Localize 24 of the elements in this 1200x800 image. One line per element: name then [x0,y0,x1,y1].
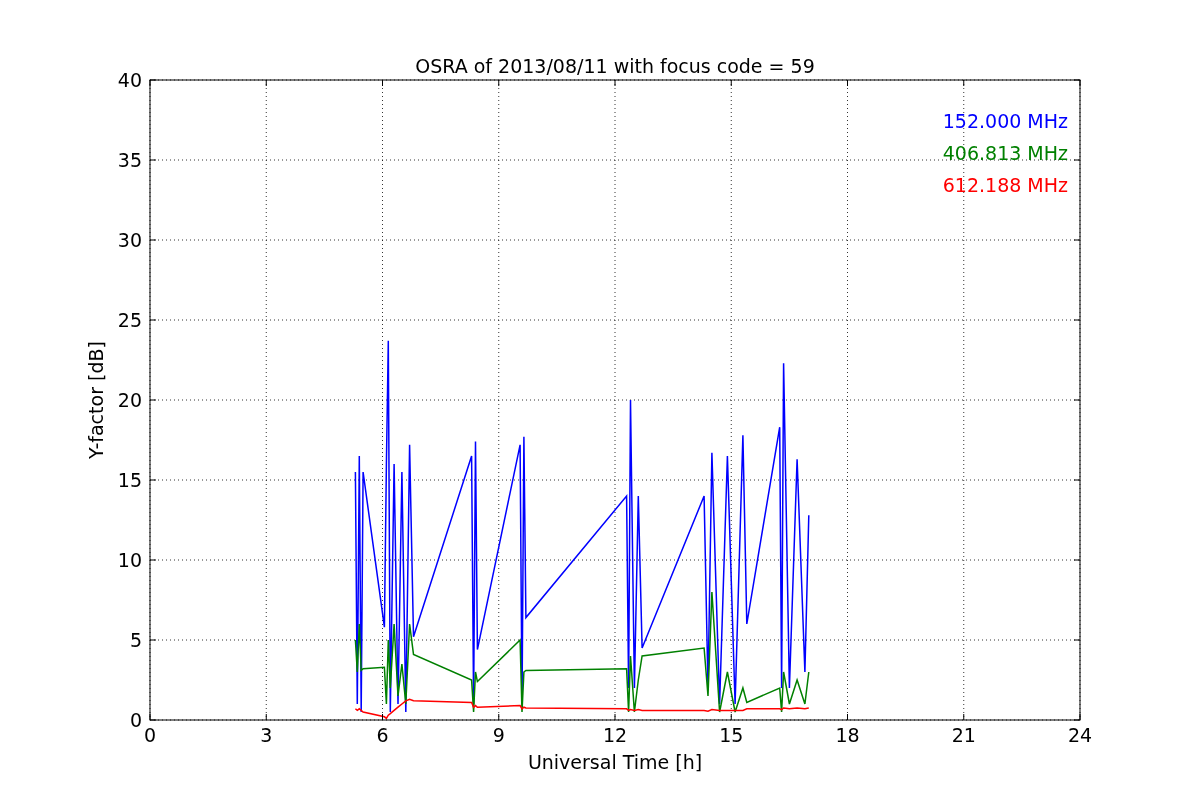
legend-label: 152.000 MHz [942,110,1068,132]
x-axis-label: Universal Time [h] [527,751,703,773]
x-tick-label: 15 [719,724,744,746]
y-tick-label: 15 [117,469,142,491]
y-tick-label: 20 [117,389,142,411]
y-axis-label: Y-factor [dB] [85,341,107,459]
legend-label: 612.188 MHz [942,174,1068,196]
y-tick-label: 40 [117,69,142,91]
legend-label: 406.813 MHz [942,142,1068,164]
y-tick-label: 35 [117,149,142,171]
x-tick-label: 6 [376,724,389,746]
x-tick-label: 21 [951,724,976,746]
y-tick-label: 10 [117,549,142,571]
x-tick-label: 3 [260,724,273,746]
x-tick-label: 24 [1067,724,1093,746]
y-tick-label: 25 [117,309,142,331]
y-tick-label: 5 [129,629,142,651]
x-tick-label: 9 [492,724,505,746]
x-tick-label: 18 [835,724,860,746]
x-tick-label: 12 [602,724,628,746]
y-tick-label: 0 [129,709,142,731]
x-tick-label: 0 [143,724,157,746]
chart-title: OSRA of 2013/08/11 with focus code = 59 [415,55,815,77]
y-tick-label: 30 [117,229,142,251]
